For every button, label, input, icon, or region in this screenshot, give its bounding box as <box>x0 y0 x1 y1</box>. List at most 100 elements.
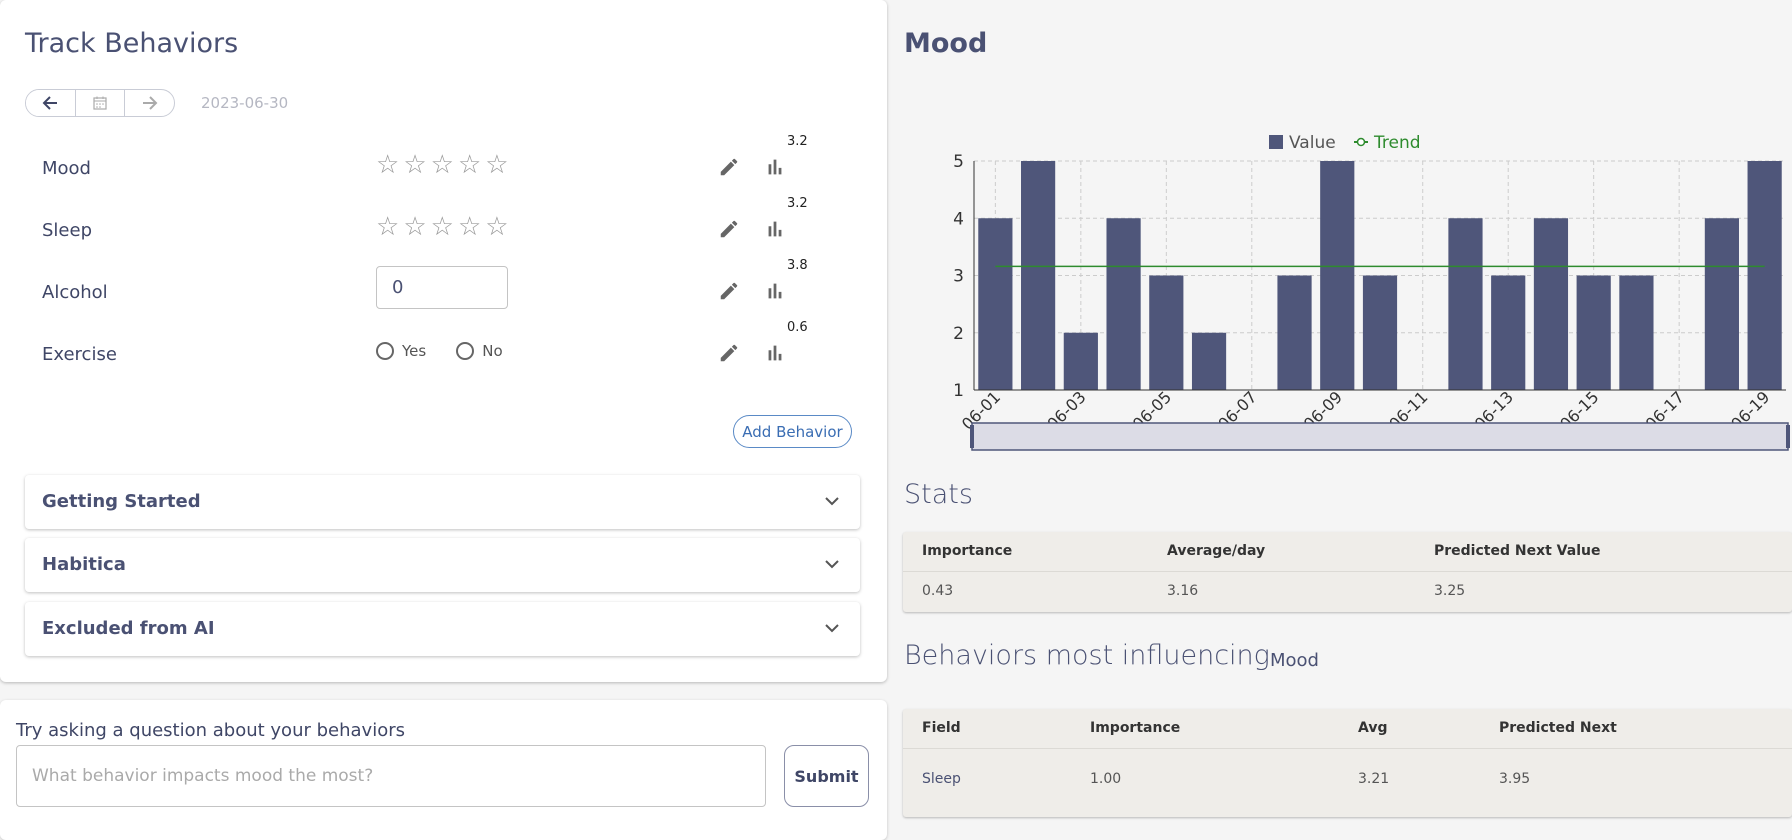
accordion-label: Excluded from AI <box>42 618 215 639</box>
accordion-excluded-from-ai[interactable]: Excluded from AI <box>25 602 860 656</box>
header-cell: Avg <box>1358 720 1388 736</box>
star-icon[interactable]: ☆ <box>403 214 426 240</box>
influence-subject: Mood <box>1270 650 1319 671</box>
legend-trend-marker <box>1356 137 1366 147</box>
prev-day-button[interactable] <box>26 90 76 116</box>
behavior-row-mood: Mood ☆ ☆ ☆ ☆ ☆ 3.2 <box>42 134 822 188</box>
yes-radio[interactable] <box>376 342 394 360</box>
stats-cell: 3.16 <box>1167 583 1199 599</box>
behavior-row-sleep: Sleep ☆ ☆ ☆ ☆ ☆ 3.2 <box>42 196 822 250</box>
bar <box>1149 275 1184 390</box>
pencil-icon[interactable] <box>718 156 740 178</box>
star-icon[interactable]: ☆ <box>485 214 508 240</box>
stats-title: Stats <box>904 479 973 510</box>
star-rating: ☆ ☆ ☆ ☆ ☆ <box>376 152 509 178</box>
ask-label: Try asking a question about your behavio… <box>16 720 405 741</box>
chart-title: Mood <box>904 28 988 59</box>
range-slider-handle-right <box>1786 425 1790 448</box>
behavior-name: Exercise <box>42 344 117 365</box>
star-icon[interactable]: ☆ <box>458 214 481 240</box>
star-rating: ☆ ☆ ☆ ☆ ☆ <box>376 214 509 240</box>
star-icon[interactable]: ☆ <box>376 214 399 240</box>
influence-field-link[interactable]: Sleep <box>922 771 961 787</box>
bar <box>1362 275 1398 390</box>
ask-question-card: Try asking a question about your behavio… <box>0 700 887 840</box>
next-day-button[interactable] <box>125 90 174 116</box>
yes-label: Yes <box>402 342 427 360</box>
no-radio[interactable] <box>456 342 475 360</box>
accordion-habitica[interactable]: Habitica <box>25 538 860 592</box>
question-input[interactable] <box>16 745 766 807</box>
influence-table: Field Importance Avg Predicted Next Slee… <box>903 709 1792 817</box>
behavior-name: Sleep <box>42 220 93 241</box>
bar <box>1491 275 1526 390</box>
star-icon[interactable]: ☆ <box>431 214 454 240</box>
add-behavior-button[interactable]: Add Behavior <box>733 415 852 448</box>
influence-cell: 3.21 <box>1358 771 1390 787</box>
y-tick-label: 4 <box>953 209 964 229</box>
behavior-row-exercise: Exercise Yes No 0.6 <box>42 320 822 374</box>
influence-cell: 3.95 <box>1499 771 1531 787</box>
pencil-icon[interactable] <box>718 342 740 364</box>
y-tick-label: 3 <box>953 267 964 287</box>
date-navigator <box>25 89 175 117</box>
current-date: 2023-06-30 <box>201 94 289 112</box>
behavior-value: 3.2 <box>787 196 808 211</box>
bar <box>1747 161 1782 390</box>
range-slider <box>971 422 1789 451</box>
calendar-button[interactable] <box>76 90 126 116</box>
bar-chart-icon[interactable] <box>764 342 786 364</box>
bar <box>1063 332 1098 390</box>
bar-chart-icon[interactable] <box>764 156 786 178</box>
star-icon[interactable]: ☆ <box>458 152 481 178</box>
stats-header-row: Importance Average/day Predicted Next Va… <box>903 532 1792 572</box>
chevron-down-icon <box>825 497 839 506</box>
star-icon[interactable]: ☆ <box>403 152 426 178</box>
range-slider-handle-left <box>970 425 974 448</box>
calendar-icon <box>93 96 107 110</box>
bar <box>1191 332 1227 390</box>
stats-table: Importance Average/day Predicted Next Va… <box>903 532 1792 612</box>
bar <box>1576 275 1611 390</box>
star-icon[interactable]: ☆ <box>485 152 508 178</box>
table-row[interactable]: Sleep 1.00 3.21 3.95 <box>903 749 1792 815</box>
header-cell: Average/day <box>1167 543 1266 559</box>
track-behaviors-card: Track Behaviors 2023-06-30 Mood ☆ ☆ ☆ ☆ … <box>0 0 887 682</box>
accordion-getting-started[interactable]: Getting Started <box>25 475 860 529</box>
behavior-name: Mood <box>42 158 91 179</box>
mood-chart: 1234506-01 06-03 06-05 06-07 06-09 06-11 06-13… <box>953 133 1790 451</box>
page-title: Track Behaviors <box>25 28 239 59</box>
accordion-label: Getting Started <box>42 491 201 512</box>
bar-chart-icon[interactable] <box>764 218 786 240</box>
pencil-icon[interactable] <box>718 280 740 302</box>
bar <box>1277 275 1312 390</box>
influence-cell: 1.00 <box>1090 771 1122 787</box>
behavior-value: 3.2 <box>787 134 808 149</box>
arrow-left-icon <box>42 96 58 110</box>
table-row: 0.43 3.16 3.25 <box>903 572 1792 612</box>
bar <box>1448 218 1483 390</box>
bar <box>1704 218 1739 390</box>
submit-button[interactable]: Submit <box>784 745 869 807</box>
y-tick-label: 1 <box>953 381 964 401</box>
header-cell: Predicted Next <box>1499 720 1617 736</box>
behavior-value: 3.8 <box>787 258 808 273</box>
behavior-value: 0.6 <box>787 320 808 335</box>
influence-header-row: Field Importance Avg Predicted Next <box>903 709 1792 749</box>
bar-chart-icon[interactable] <box>764 280 786 302</box>
legend-value-swatch <box>1269 135 1283 149</box>
arrow-right-icon <box>142 96 158 110</box>
star-icon[interactable]: ☆ <box>431 152 454 178</box>
yes-no-radio-group: Yes No <box>376 342 503 360</box>
legend-value-label: Value <box>1289 133 1336 153</box>
alcohol-input[interactable] <box>376 266 508 309</box>
bar <box>1619 275 1654 390</box>
legend-trend-label: Trend <box>1373 133 1421 153</box>
pencil-icon[interactable] <box>718 218 740 240</box>
header-cell: Importance <box>1090 720 1181 736</box>
no-label: No <box>482 342 503 360</box>
y-tick-label: 5 <box>953 152 964 172</box>
chevron-down-icon <box>825 624 839 633</box>
star-icon[interactable]: ☆ <box>376 152 399 178</box>
header-cell: Importance <box>922 543 1013 559</box>
